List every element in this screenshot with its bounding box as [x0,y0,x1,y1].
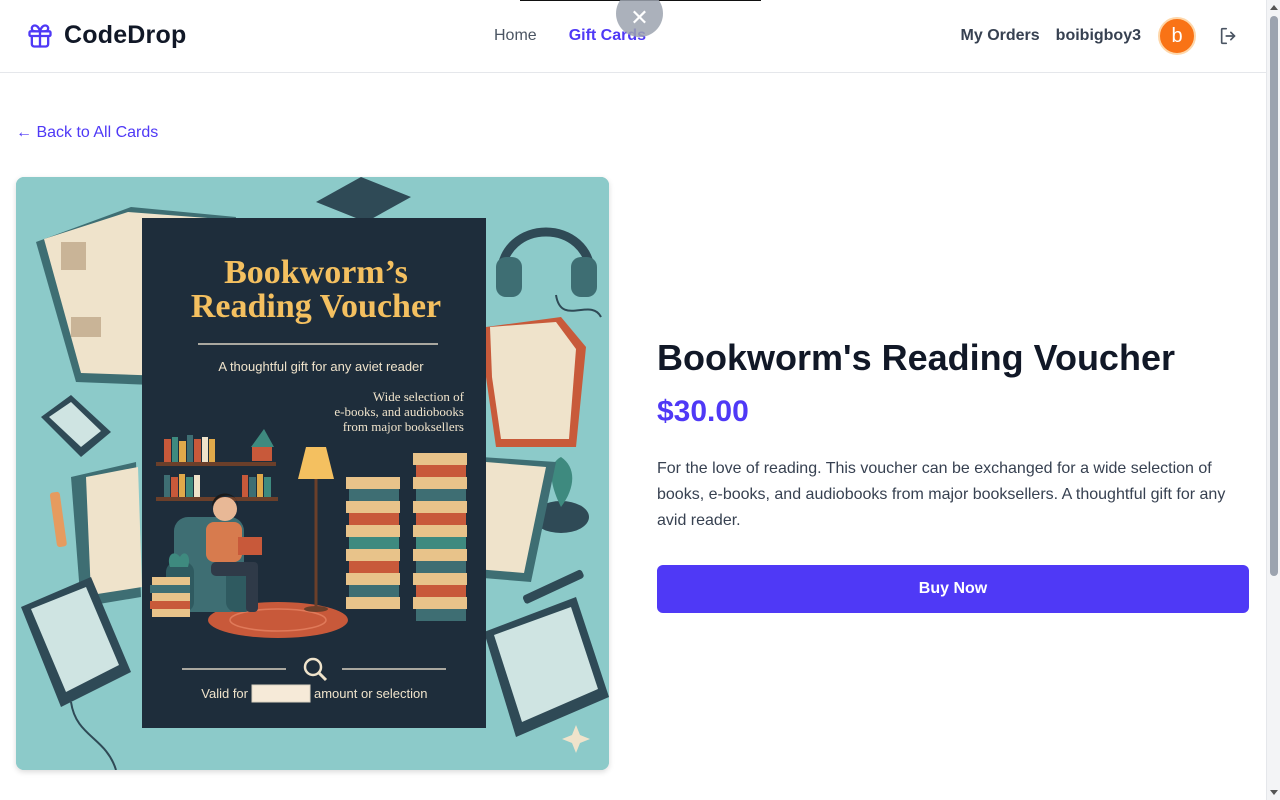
voucher-blurb-line1: Wide selection of [373,389,465,404]
page-scrollbar[interactable] [1266,0,1280,800]
buy-now-button[interactable]: Buy Now [657,565,1249,613]
brand-name: CodeDrop [64,21,187,49]
voucher-blurb-line3: from major booksellers [343,419,464,434]
voucher-subtitle: A thoughtful gift for any aviet reader [218,359,424,374]
brand-home-link[interactable]: CodeDrop [26,21,186,50]
voucher-illustration: Bookworm’s Reading Voucher A thoughtful … [16,177,609,770]
gift-icon [28,23,52,48]
scroll-up-arrow-icon[interactable] [1270,5,1278,10]
back-to-all-cards-link[interactable]: ← Back to All Cards [16,124,158,142]
book-stack-middle [346,477,400,609]
voucher-title-line2: Reading Voucher [191,288,441,325]
logout-icon[interactable] [1218,25,1240,47]
open-book-right-icon [486,317,586,447]
product-description: For the love of reading. This voucher ca… [657,460,1226,529]
scrollbar-thumb[interactable] [1270,16,1278,576]
product-title: Bookworm's Reading Voucher [657,337,1175,378]
user-area: My Orders boibigboy3 b [961,16,1240,56]
my-orders-link[interactable]: My Orders [961,27,1040,45]
nav-home[interactable]: Home [494,27,537,45]
voucher-valid-prefix: Valid for [201,686,248,701]
voucher-title-line1: Bookworm’s [224,254,408,291]
product-price: $30.00 [657,395,749,428]
scroll-down-arrow-icon[interactable] [1270,790,1278,795]
avatar[interactable]: b [1158,17,1196,55]
amount-blank-box [251,684,311,703]
product-info: Bookworm's Reading Voucher $30.00 For th… [657,336,1249,613]
book-stack-right [413,453,467,621]
voucher-blurb-line2: e-books, and audiobooks [334,404,464,419]
gift-card-image: Bookworm’s Reading Voucher A thoughtful … [16,177,609,770]
username: boibigboy3 [1055,27,1141,44]
voucher-valid-suffix: amount or selection [314,686,427,701]
